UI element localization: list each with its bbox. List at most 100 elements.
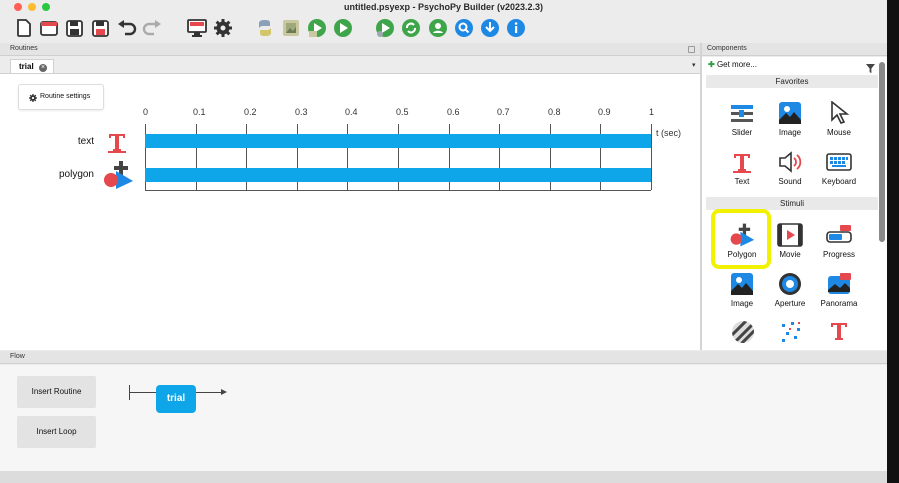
gear-icon[interactable] (212, 17, 234, 39)
keyboard-icon (826, 149, 852, 175)
sync-icon[interactable] (400, 17, 422, 39)
run-icon[interactable] (332, 17, 354, 39)
plus-icon: ✚ (708, 60, 715, 69)
component-label: Sound (778, 177, 802, 186)
flow-arrow-icon (221, 389, 227, 395)
component-label: Image (730, 299, 754, 308)
window-title: untitled.psyexp - PsychoPy Builder (v202… (343, 2, 544, 12)
tick-label: 0.2 (244, 107, 257, 117)
screen-edge (887, 0, 899, 483)
save-as-icon[interactable] (89, 17, 111, 39)
get-more-button[interactable]: ✚ Get more... (708, 60, 757, 69)
panel-float-icon[interactable] (688, 46, 695, 53)
save-icon[interactable] (63, 17, 85, 39)
open-file-icon[interactable] (38, 17, 60, 39)
component-progress[interactable]: Progress (814, 222, 864, 268)
image-icon (777, 100, 803, 126)
python-icon[interactable] (254, 17, 276, 39)
tick-label: 0 (143, 107, 149, 117)
routines-header-label: Routines (10, 45, 38, 52)
component-label: Keyboard (821, 177, 857, 186)
component-label: Text (734, 177, 750, 186)
favorites-category-header[interactable]: Favorites (706, 75, 878, 88)
search-icon[interactable] (453, 17, 475, 39)
insert-routine-button[interactable]: Insert Routine (17, 376, 96, 408)
download-icon[interactable] (479, 17, 501, 39)
tab-dropdown-icon[interactable]: ▾ (692, 61, 696, 69)
routine-settings-label: Routine settings (40, 93, 91, 100)
image-file-icon[interactable] (280, 17, 302, 39)
tick-label: 0.8 (548, 107, 561, 117)
component-label: Aperture (774, 299, 806, 308)
component-image-stimulus[interactable]: Image (717, 271, 767, 317)
text-icon[interactable] (106, 131, 128, 158)
mouse-cursor-icon (826, 100, 852, 126)
tick-label: 0.7 (497, 107, 510, 117)
monitor-icon[interactable] (186, 17, 208, 39)
slider-icon (729, 100, 755, 126)
flow-header-label: Flow (10, 353, 25, 360)
component-movie[interactable]: Movie (765, 222, 815, 268)
component-sound[interactable]: Sound (765, 149, 815, 195)
dots-icon[interactable] (779, 320, 803, 349)
new-file-icon[interactable] (13, 17, 35, 39)
tick-label: 0.4 (345, 107, 358, 117)
component-bar-text[interactable] (145, 134, 651, 148)
info-icon[interactable] (505, 17, 527, 39)
components-header-label: Components (707, 45, 747, 52)
polygon-highlight-annotation (711, 209, 771, 269)
components-panel-header: Components (702, 43, 887, 56)
component-bar-polygon[interactable] (145, 168, 651, 182)
tab-label: trial (19, 62, 34, 71)
component-label-polygon[interactable]: polygon (40, 169, 94, 180)
psychopy-builder-window: untitled.psyexp - PsychoPy Builder (v202… (0, 0, 887, 483)
component-panorama[interactable]: Panorama (814, 271, 864, 317)
image-icon (729, 271, 755, 297)
speaker-icon (777, 149, 803, 175)
grid-line (651, 124, 652, 190)
gear-icon (29, 94, 37, 102)
grating-icon[interactable] (731, 320, 755, 349)
title-bar: untitled.psyexp - PsychoPy Builder (v202… (0, 0, 887, 14)
component-text[interactable]: Text (717, 149, 767, 195)
component-aperture[interactable]: Aperture (765, 271, 815, 317)
tick-label: 0.6 (447, 107, 460, 117)
tick-label: 0.5 (396, 107, 409, 117)
text-icon (729, 149, 755, 175)
component-label: Image (778, 128, 802, 137)
pilot-green-icon[interactable] (374, 17, 396, 39)
redo-icon[interactable] (141, 17, 163, 39)
component-keyboard[interactable]: Keyboard (814, 149, 864, 195)
film-icon (777, 222, 803, 248)
tick-label: 0.3 (295, 107, 308, 117)
status-bar (0, 471, 887, 483)
tick-label: 0.9 (598, 107, 611, 117)
insert-loop-button[interactable]: Insert Loop (17, 416, 96, 448)
tab-trial[interactable]: trial (10, 59, 54, 73)
panorama-icon (826, 271, 852, 297)
aperture-icon (777, 271, 803, 297)
routine-settings-button[interactable]: Routine settings (18, 84, 104, 110)
textbox-icon[interactable] (828, 320, 850, 347)
flow-routine-trial[interactable]: trial (156, 385, 196, 413)
component-label: Panorama (820, 299, 858, 308)
component-label-text[interactable]: text (40, 136, 94, 147)
component-label: Mouse (826, 128, 851, 137)
polygon-icon[interactable] (102, 160, 134, 195)
run-pilot-icon[interactable] (306, 17, 328, 39)
component-slider[interactable]: Slider (717, 100, 767, 146)
users-icon[interactable] (427, 17, 449, 39)
component-label: Movie (779, 250, 801, 259)
component-mouse[interactable]: Mouse (814, 100, 864, 146)
flow-panel-header: Flow (0, 351, 887, 364)
tick-label: 1 (649, 107, 655, 117)
component-image[interactable]: Image (765, 100, 815, 146)
component-label: Progress (822, 250, 855, 259)
undo-icon[interactable] (116, 17, 138, 39)
component-label: Slider (731, 128, 753, 137)
tick-label: 0.1 (193, 107, 206, 117)
components-scrollbar[interactable] (879, 62, 885, 242)
routine-tab-bar: trial × (0, 57, 700, 74)
close-tab-icon[interactable]: × (39, 64, 47, 72)
timeline-axis (145, 190, 651, 191)
